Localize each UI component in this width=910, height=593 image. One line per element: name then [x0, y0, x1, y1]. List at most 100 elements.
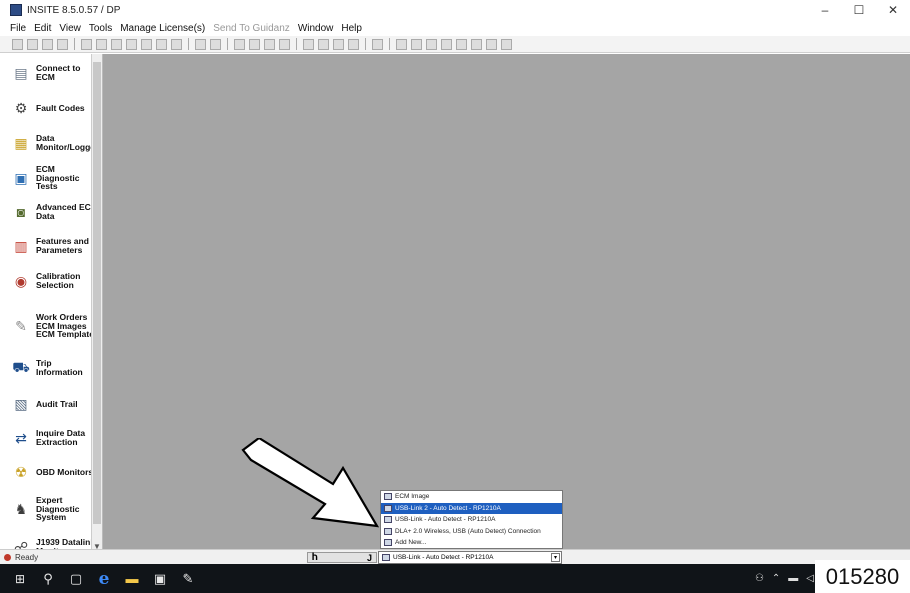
toolbar-button[interactable]	[126, 38, 137, 50]
toolbar-button[interactable]	[318, 38, 329, 50]
sidebar-item-connect-to-ecm[interactable]: ▤ Connect to ECM	[10, 56, 100, 90]
user-icon[interactable]: ⚇	[755, 573, 764, 584]
toolbar-button[interactable]	[141, 38, 152, 50]
sidebar-item-advanced-ecm-data[interactable]: ◙ Advanced ECM Data	[10, 195, 100, 229]
toolbar-button[interactable]	[501, 38, 512, 50]
toolbar-button[interactable]	[210, 38, 221, 50]
toolbar-button[interactable]	[486, 38, 497, 50]
title-bar: INSITE 8.5.0.57 / DP – ☐ ✕	[0, 0, 910, 20]
volume-icon[interactable]: ◁	[806, 573, 814, 584]
status-text: Ready	[15, 552, 39, 562]
audit-trail-icon: ▧	[14, 395, 28, 412]
toolbar-button[interactable]	[12, 38, 23, 50]
sidebar-item-fault-codes[interactable]: ⚙ Fault Codes	[10, 91, 100, 125]
dropdown-option-usb-link[interactable]: USB-Link - Auto Detect - RP1210A	[381, 514, 562, 526]
sidebar-scroll-thumb[interactable]	[93, 62, 101, 524]
toolbar-button[interactable]	[156, 38, 167, 50]
menu-bar: File Edit View Tools Manage License(s) S…	[0, 20, 910, 36]
close-button[interactable]: ✕	[876, 0, 910, 20]
calibration-icon: ◉	[14, 272, 28, 289]
toolbar-button[interactable]	[264, 38, 275, 50]
sidebar-item-trip-information[interactable]: ⛟ Trip Information	[10, 351, 100, 385]
diagnostic-tests-icon: ▣	[14, 169, 28, 186]
menu-edit[interactable]: Edit	[34, 23, 51, 34]
menu-manage-licenses[interactable]: Manage License(s)	[120, 23, 205, 34]
toolbar-button[interactable]	[234, 38, 245, 50]
toolbar-button[interactable]	[279, 38, 290, 50]
system-tray: ⚇ ⌃ ▬ ◁	[755, 564, 814, 593]
connection-dropdown-list[interactable]: ECM Image USB-Link 2 - Auto Detect - RP1…	[380, 490, 563, 549]
insite-taskbar-icon[interactable]: ▣	[146, 564, 174, 593]
window-title: INSITE 8.5.0.57 / DP	[27, 4, 121, 16]
minimize-button[interactable]: –	[808, 0, 842, 20]
toolbar-button[interactable]	[111, 38, 122, 50]
toolbar-button[interactable]	[249, 38, 260, 50]
toolbar-button[interactable]	[348, 38, 359, 50]
dropdown-option-ecm-image[interactable]: ECM Image	[381, 491, 562, 503]
insite-app-icon	[10, 4, 22, 16]
toolbar-button[interactable]	[372, 38, 383, 50]
sidebar-item-audit-trail[interactable]: ▧ Audit Trail	[10, 387, 100, 421]
toolbar-button[interactable]	[81, 38, 92, 50]
windows-start-icon[interactable]: ⊞	[6, 564, 34, 593]
toolbar-button[interactable]	[471, 38, 482, 50]
toolbar-button[interactable]	[96, 38, 107, 50]
menu-file[interactable]: File	[10, 23, 26, 34]
search-icon[interactable]: ⚲	[34, 564, 62, 593]
sidebar-item-calibration-selection[interactable]: ◉ Calibration Selection	[10, 264, 100, 298]
dropdown-option-add-new[interactable]: Add New...	[381, 537, 562, 549]
toolbar-button[interactable]	[27, 38, 38, 50]
inquire-data-icon: ⇄	[15, 429, 27, 446]
toolbar-separator	[296, 38, 297, 50]
menu-view[interactable]: View	[59, 23, 81, 34]
toolbar-button[interactable]	[303, 38, 314, 50]
task-view-icon[interactable]: ▢	[62, 564, 90, 593]
toolbar-button[interactable]	[441, 38, 452, 50]
window-controls: – ☐ ✕	[808, 0, 910, 20]
toolbar-button[interactable]	[57, 38, 68, 50]
chevron-down-icon[interactable]: ▾	[551, 553, 560, 562]
figure-reference-number: 015280	[815, 560, 910, 593]
expert-diagnostic-icon: ♞	[14, 500, 28, 517]
dropdown-option-dla-wireless[interactable]: DLA+ 2.0 Wireless, USB (Auto Detect) Con…	[381, 526, 562, 538]
toolbar-button[interactable]	[456, 38, 467, 50]
toolbar-button[interactable]	[426, 38, 437, 50]
sidebar-item-expert-diagnostic-system[interactable]: ♞ Expert Diagnostic System	[10, 490, 100, 528]
toolbar-button[interactable]	[333, 38, 344, 50]
menu-tools[interactable]: Tools	[89, 23, 112, 34]
sidebar-scrollbar[interactable]: ▼	[91, 54, 102, 554]
toolbar-separator	[389, 38, 390, 50]
connection-device-select[interactable]: USB-Link - Auto Detect - RP1210A ▾	[378, 551, 562, 564]
toolbar-button[interactable]	[171, 38, 182, 50]
sidebar-item-obd-monitors[interactable]: ☢ OBD Monitors	[10, 455, 100, 489]
data-monitor-icon: ▦	[14, 134, 28, 151]
advanced-ecm-icon: ◙	[16, 204, 26, 220]
sidebar-item-data-monitor-logger[interactable]: ▦ Data Monitor/Logger	[10, 126, 100, 160]
sidebar-item-inquire-data-extraction[interactable]: ⇄ Inquire Data Extraction	[10, 421, 100, 455]
network-icon[interactable]: ▬	[788, 573, 798, 584]
trip-information-icon: ⛟	[12, 358, 30, 375]
file-explorer-icon[interactable]: ▬	[118, 564, 146, 593]
ecm-image-icon	[384, 493, 392, 501]
pinned-app-icon[interactable]: ✎	[174, 564, 202, 593]
work-orders-icon: ✎	[15, 317, 27, 334]
usb-adapter-icon	[384, 527, 392, 535]
toolbar-separator	[74, 38, 75, 50]
sidebar-item-work-orders[interactable]: ✎ Work Orders ECM Images ECM Templates	[10, 306, 100, 346]
toolbar-button[interactable]	[411, 38, 422, 50]
menu-help[interactable]: Help	[341, 23, 362, 34]
menu-send-to-guidanz: Send To Guidanz	[213, 22, 290, 34]
chevron-up-icon[interactable]: ⌃	[772, 573, 780, 584]
toolbar-button[interactable]	[42, 38, 53, 50]
maximize-button[interactable]: ☐	[842, 0, 876, 20]
toolbar-button[interactable]	[396, 38, 407, 50]
menu-window[interactable]: Window	[298, 23, 334, 34]
toolbar-button[interactable]	[195, 38, 206, 50]
sidebar-item-features-and-parameters[interactable]: ▥ Features and Parameters	[10, 229, 100, 263]
features-parameters-icon: ▥	[14, 237, 28, 254]
connect-ecm-icon: ▤	[14, 64, 28, 81]
sidebar-item-ecm-diagnostic-tests[interactable]: ▣ ECM Diagnostic Tests	[10, 161, 100, 195]
edge-browser-icon[interactable]: e	[90, 564, 118, 593]
fault-codes-icon: ⚙	[14, 99, 28, 116]
dropdown-option-usb-link-2[interactable]: USB-Link 2 - Auto Detect - RP1210A	[381, 502, 562, 514]
